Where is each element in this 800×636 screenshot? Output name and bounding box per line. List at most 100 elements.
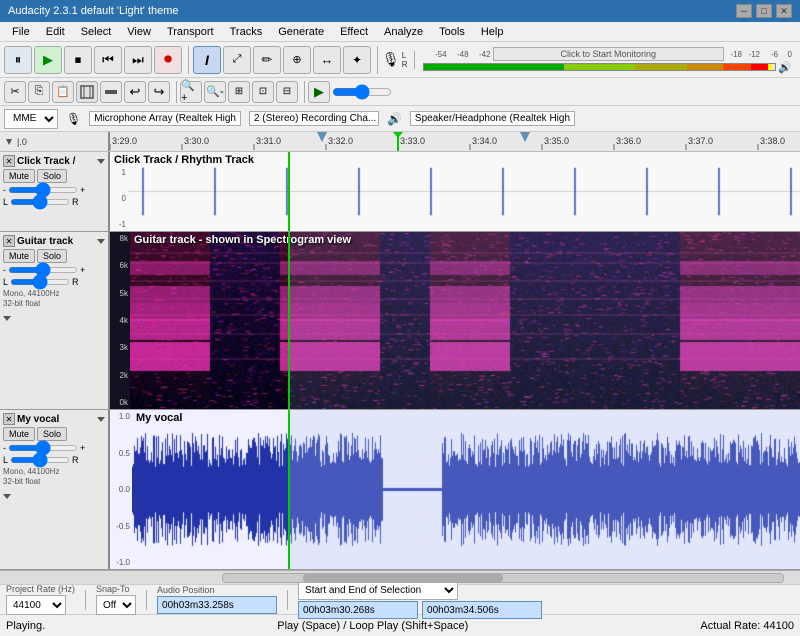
divider2 (146, 590, 147, 610)
timeshift-tool-button[interactable]: ↔ (313, 46, 341, 74)
redo-button[interactable]: ↪ (148, 81, 170, 103)
menu-effect[interactable]: Effect (332, 24, 376, 40)
click-track-content[interactable]: Click Track / Rhythm Track 1 0 -1 (110, 152, 800, 231)
vocal-solo-button[interactable]: Solo (37, 427, 67, 441)
guitar-track-controls: ✕ Guitar track Mute Solo - + L R Mono, 4… (0, 232, 110, 409)
svg-text:3:30.0: 3:30.0 (184, 136, 209, 146)
pause-button[interactable]: ⏸ (4, 46, 32, 74)
title-text: Audacity 2.3.1 default 'Light' theme (8, 5, 179, 17)
record-button[interactable]: ⏺ (154, 46, 182, 74)
zoom-in-button[interactable]: 🔍+ (180, 81, 202, 103)
close-button[interactable]: ✕ (776, 4, 792, 18)
undo-button[interactable]: ↩ (124, 81, 146, 103)
zoom-out-button[interactable]: 🔍- (204, 81, 226, 103)
svg-text:3:29.0: 3:29.0 (112, 136, 137, 146)
speed-slider[interactable] (332, 88, 392, 96)
sel-end-value[interactable]: 00h03m34.506s (422, 601, 542, 619)
click-pan-slider[interactable] (10, 199, 70, 205)
vocal-gain-minus: - (3, 443, 6, 453)
guitar-track-dropdown[interactable] (97, 237, 105, 245)
divider1 (85, 590, 86, 610)
scrollbar-track[interactable] (222, 573, 784, 583)
sel-start-value[interactable]: 00h03m30.268s (298, 601, 418, 619)
menu-tools[interactable]: Tools (431, 24, 473, 40)
guitar-track-close[interactable]: ✕ (3, 235, 15, 247)
skip-start-button[interactable]: ⏮ (94, 46, 122, 74)
zoom-fit-button[interactable]: ⊡ (252, 81, 274, 103)
guitar-mute-button[interactable]: Mute (3, 249, 35, 263)
vocal-pan-r: R (72, 455, 79, 465)
maximize-button[interactable]: □ (756, 4, 772, 18)
click-track-label: Click Track / Rhythm Track (114, 154, 254, 166)
timeline-ruler[interactable]: 3:29.0 3:30.0 3:31.0 3:32.0 3:33.0 3:34.… (110, 132, 800, 151)
click-track-close[interactable]: ✕ (3, 155, 15, 167)
click-track-dropdown[interactable] (97, 157, 105, 165)
menu-file[interactable]: File (4, 24, 38, 40)
vocal-track-info: Mono, 44100Hz32-bit float (3, 467, 105, 488)
menu-help[interactable]: Help (473, 24, 512, 40)
click-solo-button[interactable]: Solo (37, 169, 67, 183)
svg-text:3:34.0: 3:34.0 (472, 136, 497, 146)
skip-end-button[interactable]: ⏭ (124, 46, 152, 74)
project-rate-select[interactable]: 44100 (6, 595, 66, 615)
vocal-pan-slider[interactable] (10, 457, 70, 463)
snap-to-select[interactable]: Off (96, 595, 136, 615)
guitar-track-content[interactable]: 8k 6k 5k 4k 3k 2k 0k Guitar track - show… (110, 232, 800, 409)
select-tool-button[interactable]: I (193, 46, 221, 74)
svg-text:3:32.0: 3:32.0 (328, 136, 353, 146)
menu-select[interactable]: Select (73, 24, 120, 40)
guitar-solo-button[interactable]: Solo (37, 249, 67, 263)
svg-text:3:33.0: 3:33.0 (400, 136, 425, 146)
audio-position-value[interactable]: 00h03m33.258s (157, 596, 277, 614)
vocal-track-content[interactable]: 1.0 0.5 0.0 -0.5 -1.0 My vocal (110, 410, 800, 569)
click-pan-l: L (3, 197, 8, 207)
draw-tool-button[interactable]: ✏ (253, 46, 281, 74)
menu-analyze[interactable]: Analyze (376, 24, 431, 40)
vocal-track-name: My vocal (17, 414, 95, 425)
play-button[interactable]: ▶ (34, 46, 62, 74)
menu-bar: File Edit Select View Transport Tracks G… (0, 22, 800, 42)
vocal-track-down-arrow (3, 492, 11, 500)
vocal-track-dropdown[interactable] (97, 415, 105, 423)
menu-tracks[interactable]: Tracks (222, 24, 271, 40)
trim-button[interactable] (76, 81, 98, 103)
menu-view[interactable]: View (119, 24, 159, 40)
guitar-gain-minus: - (3, 265, 6, 275)
guitar-pan-slider[interactable] (10, 279, 70, 285)
timeline[interactable]: |.0 3:29.0 3:30.0 3:31.0 3:32.0 3:33.0 3… (0, 132, 800, 152)
channel-select[interactable]: 2 (Stereo) Recording Cha... (249, 111, 379, 126)
click-to-monitor[interactable]: Click to Start Monitoring (493, 47, 724, 61)
svg-text:3:31.0: 3:31.0 (256, 136, 281, 146)
selection-mode-select[interactable]: Start and End of Selection (298, 580, 458, 600)
guitar-gain-slider[interactable] (8, 267, 78, 273)
minimize-button[interactable]: ─ (736, 4, 752, 18)
multi-tool-button[interactable]: ✦ (343, 46, 371, 74)
zoom-selection-button[interactable]: ⊞ (228, 81, 250, 103)
host-select[interactable]: MME (4, 109, 58, 129)
envelope-tool-button[interactable]: ⤢ (223, 46, 251, 74)
menu-generate[interactable]: Generate (270, 24, 332, 40)
menu-edit[interactable]: Edit (38, 24, 73, 40)
click-playhead (288, 152, 290, 231)
menu-transport[interactable]: Transport (159, 24, 222, 40)
cut-button[interactable]: ✂ (4, 81, 26, 103)
output-device[interactable]: Speaker/Headphone (Realtek High (410, 111, 575, 126)
click-mute-button[interactable]: Mute (3, 169, 35, 183)
zoom-project-button[interactable]: ⊟ (276, 81, 298, 103)
scrollbar-thumb[interactable] (303, 574, 503, 582)
horizontal-scrollbar[interactable] (0, 570, 800, 584)
zoom-tool-button[interactable]: ⊕ (283, 46, 311, 74)
silence-button[interactable] (100, 81, 122, 103)
vocal-track-close[interactable]: ✕ (3, 413, 15, 425)
click-gain-slider[interactable] (8, 187, 78, 193)
vocal-pan-l: L (3, 455, 8, 465)
mic-icon-small: 🎙 (66, 112, 81, 126)
vocal-mute-button[interactable]: Mute (3, 427, 35, 441)
paste-button[interactable]: 📋 (52, 81, 74, 103)
play-at-speed-button[interactable]: ▶ (308, 81, 330, 103)
guitar-track-info: Mono, 44100Hz32-bit float (3, 289, 105, 310)
vocal-gain-slider[interactable] (8, 445, 78, 451)
input-device[interactable]: Microphone Array (Realtek High (89, 111, 241, 126)
stop-button[interactable]: ⏹ (64, 46, 92, 74)
copy-button[interactable]: ⎘ (28, 81, 50, 103)
